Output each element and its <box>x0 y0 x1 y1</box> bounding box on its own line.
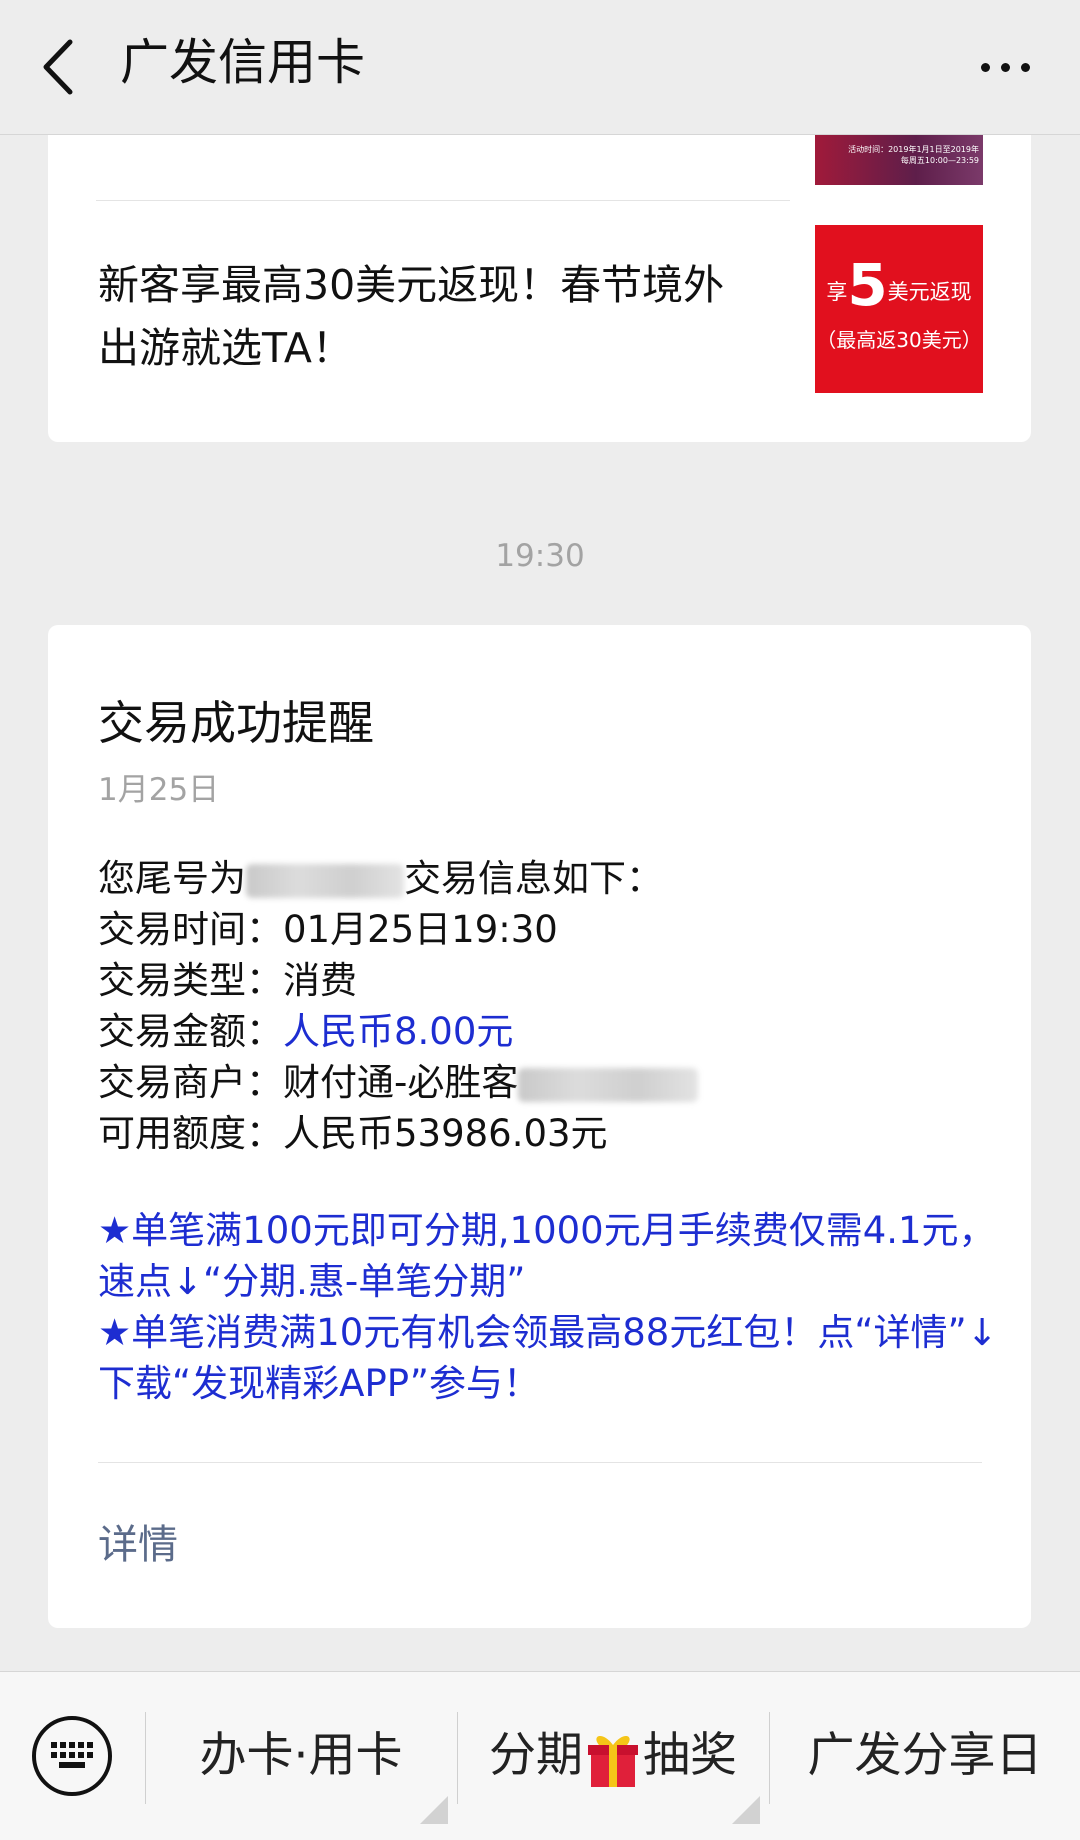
available-credit-row: 可用额度：人民币53986.03元 <box>98 1108 608 1159</box>
redacted-merchant <box>518 1067 699 1102</box>
menu-item-label: 分期 <box>489 1728 583 1783</box>
transaction-merchant-row: 交易商户：财付通-必胜客 <box>98 1057 699 1108</box>
keyboard-icon[interactable] <box>32 1716 112 1796</box>
more-dots-icon[interactable] <box>976 52 1036 82</box>
promo-block: ★单笔满100元即可分期,1000元月手续费仅需4.1元，速点↓“分期.惠-单笔… <box>98 1205 998 1409</box>
thumbnail-text: 每周五10:00—23:59 <box>900 156 979 165</box>
divider <box>96 200 790 201</box>
menu-item-card-service[interactable]: 办卡·用卡 <box>146 1672 456 1840</box>
keyboard-glyph <box>51 1742 93 1768</box>
thumbnail-headline: 享5美元返现 <box>815 255 983 322</box>
message-title: 交易成功提醒 <box>98 696 374 750</box>
amount-value: 人民币8.00元 <box>283 1010 514 1053</box>
transaction-amount-row: 交易金额：人民币8.00元 <box>98 1006 513 1057</box>
article-card: 活动时间：2019年1月1日至2019年 每周五10:00—23:59 新客享最… <box>48 110 1031 442</box>
submenu-indicator-icon <box>420 1796 448 1824</box>
promo-text: ★单笔消费满10元有机会领最高88元红包！点“详情”↓下载“发现精彩APP”参与… <box>98 1311 998 1405</box>
message-date: 1月25日 <box>98 772 220 808</box>
menu-item-label: 办卡·用卡 <box>199 1728 403 1783</box>
field-label: 交易类型： <box>98 959 283 1002</box>
field-value: 财付通-必胜客 <box>283 1061 519 1104</box>
chevron-left-icon[interactable] <box>38 36 78 98</box>
submenu-indicator-icon <box>732 1796 760 1824</box>
field-value: 01月25日19:30 <box>283 908 558 951</box>
page-title: 广发信用卡 <box>120 34 366 91</box>
thumbnail-subline: （最高返30美元） <box>816 328 982 352</box>
redacted-card-number <box>246 863 404 898</box>
menu-item-label: 广发分享日 <box>807 1728 1043 1783</box>
field-label: 交易时间： <box>98 908 283 951</box>
thumbnail-text: 活动时间：2019年1月1日至2019年 <box>848 145 979 154</box>
transaction-time-row: 交易时间：01月25日19:30 <box>98 904 558 955</box>
divider <box>98 1462 982 1463</box>
transaction-card[interactable]: 交易成功提醒 1月25日 您尾号为 交易信息如下： 交易时间：01月25日19:3… <box>48 625 1031 1628</box>
gift-icon <box>588 1735 638 1787</box>
menu-item-installment-lottery[interactable]: 分期 抽奖 <box>458 1672 768 1840</box>
promo-text: ★单笔满100元即可分期,1000元月手续费仅需4.1元，速点↓“分期.惠-单笔… <box>98 1209 996 1303</box>
article-title[interactable]: 新客享最高30美元返现！春节境外出游就选TA！ <box>98 254 748 380</box>
field-label: 交易商户： <box>98 1061 283 1104</box>
field-label: 可用额度： <box>98 1112 283 1155</box>
article-thumbnail[interactable]: 享5美元返现 （最高返30美元） <box>815 225 983 393</box>
menu-item-share-day[interactable]: 广发分享日 <box>770 1672 1080 1840</box>
thumbnail-big-number: 5 <box>847 251 888 319</box>
intro-line: 您尾号为 交易信息如下： <box>98 853 663 904</box>
intro-suffix: 交易信息如下： <box>404 857 663 900</box>
thumbnail-prefix: 享 <box>826 280 848 304</box>
menu-item-label: 抽奖 <box>643 1728 737 1783</box>
field-value: 消费 <box>283 959 357 1002</box>
transaction-type-row: 交易类型：消费 <box>98 955 357 1006</box>
intro-prefix: 您尾号为 <box>98 857 246 900</box>
nav-bar: 广发信用卡 <box>0 0 1080 135</box>
message-timestamp: 19:30 <box>495 538 585 574</box>
field-value: 人民币53986.03元 <box>283 1112 608 1155</box>
field-label: 交易金额： <box>98 1010 283 1053</box>
detail-link[interactable]: 详情 <box>98 1515 178 1575</box>
thumbnail-suffix: 美元返现 <box>887 280 972 304</box>
bottom-menu: 办卡·用卡 分期 抽奖 广发分享日 <box>0 1671 1080 1840</box>
article-thumbnail[interactable]: 活动时间：2019年1月1日至2019年 每周五10:00—23:59 <box>815 134 983 185</box>
